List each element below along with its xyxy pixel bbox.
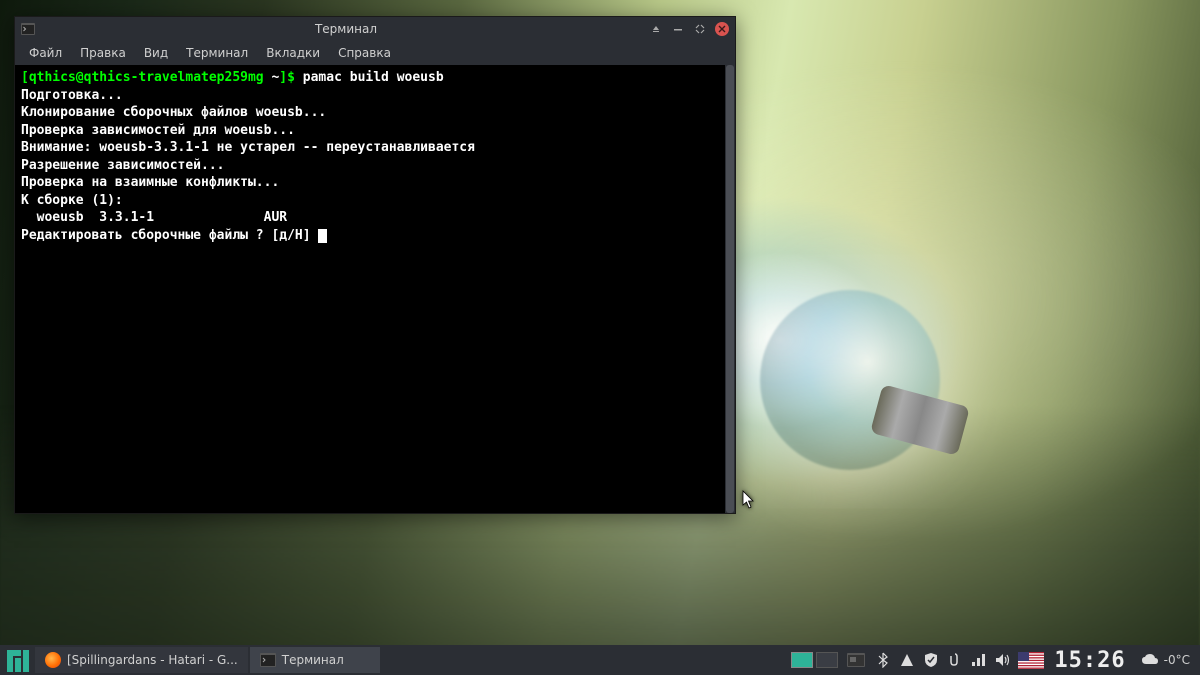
manjaro-logo-icon bbox=[7, 650, 27, 670]
weather-widget[interactable]: -0°C bbox=[1134, 652, 1196, 668]
firefox-icon bbox=[45, 652, 61, 668]
updates-icon[interactable] bbox=[896, 645, 918, 675]
taskbar: [Spillingardans - Hatari - G... Терминал bbox=[0, 645, 1200, 675]
workspace-2[interactable] bbox=[816, 652, 838, 668]
output-line: Внимание: woeusb-3.3.1-1 не устарел -- п… bbox=[21, 139, 729, 157]
output-line: Подготовка... bbox=[21, 87, 729, 105]
prompt-question: Редактировать сборочные файлы ? [д/Н] bbox=[21, 227, 729, 245]
clock[interactable]: 15:26 bbox=[1048, 648, 1131, 673]
terminal-content[interactable]: [qthics@qthics-travelmatep259mg ~]$ pama… bbox=[15, 65, 735, 513]
taskbar-item-terminal[interactable]: Терминал bbox=[250, 647, 380, 673]
terminal-icon bbox=[260, 652, 276, 668]
window-keep-above-icon[interactable] bbox=[649, 22, 663, 36]
workspace-1[interactable] bbox=[791, 652, 813, 668]
menu-view[interactable]: Вид bbox=[136, 44, 176, 62]
us-flag-icon bbox=[1018, 652, 1044, 669]
temperature: -0°C bbox=[1164, 653, 1190, 667]
taskbar-item-firefox[interactable]: [Spillingardans - Hatari - G... bbox=[35, 647, 248, 673]
output-line: Проверка зависимостей для woeusb... bbox=[21, 122, 729, 140]
window-controls bbox=[649, 22, 729, 36]
mouse-cursor bbox=[742, 490, 758, 512]
output-line: Клонирование сборочных файлов woeusb... bbox=[21, 104, 729, 122]
menu-terminal[interactable]: Терминал bbox=[178, 44, 256, 62]
minimize-button[interactable] bbox=[671, 22, 685, 36]
menubar: Файл Правка Вид Терминал Вкладки Справка bbox=[15, 41, 735, 65]
volume-icon[interactable] bbox=[992, 645, 1014, 675]
terminal-app-icon bbox=[21, 22, 35, 36]
text-cursor bbox=[318, 229, 327, 243]
clipboard-icon[interactable] bbox=[944, 645, 966, 675]
terminal-scrollbar[interactable] bbox=[725, 65, 735, 513]
scrollbar-thumb[interactable] bbox=[726, 65, 734, 513]
keyboard-layout-flag[interactable] bbox=[1016, 645, 1046, 675]
output-line: woeusb 3.3.1-1 AUR bbox=[21, 209, 729, 227]
shield-icon[interactable] bbox=[920, 645, 942, 675]
output-line: Проверка на взаимные конфликты... bbox=[21, 174, 729, 192]
close-button[interactable] bbox=[715, 22, 729, 36]
maximize-button[interactable] bbox=[693, 22, 707, 36]
window-title: Терминал bbox=[43, 22, 649, 36]
network-icon[interactable] bbox=[968, 645, 990, 675]
task-label: Терминал bbox=[282, 653, 344, 667]
workspace-switcher[interactable] bbox=[785, 652, 844, 668]
output-line: К сборке (1): bbox=[21, 192, 729, 210]
bluetooth-icon[interactable] bbox=[872, 645, 894, 675]
prompt-line: [qthics@qthics-travelmatep259mg ~]$ pama… bbox=[21, 69, 729, 87]
menu-tabs[interactable]: Вкладки bbox=[258, 44, 328, 62]
menu-help[interactable]: Справка bbox=[330, 44, 399, 62]
window-titlebar[interactable]: Терминал bbox=[15, 17, 735, 41]
menu-file[interactable]: Файл bbox=[21, 44, 70, 62]
terminal-window: Терминал Файл Правка Вид Терминал Вкладк… bbox=[14, 16, 736, 514]
menu-edit[interactable]: Правка bbox=[72, 44, 134, 62]
show-desktop-button[interactable] bbox=[844, 645, 868, 675]
system-tray: 15:26 -0°C bbox=[868, 645, 1200, 675]
task-label: [Spillingardans - Hatari - G... bbox=[67, 653, 238, 667]
cloud-icon bbox=[1140, 652, 1160, 668]
output-line: Разрешение зависимостей... bbox=[21, 157, 729, 175]
start-menu-button[interactable] bbox=[0, 645, 34, 675]
